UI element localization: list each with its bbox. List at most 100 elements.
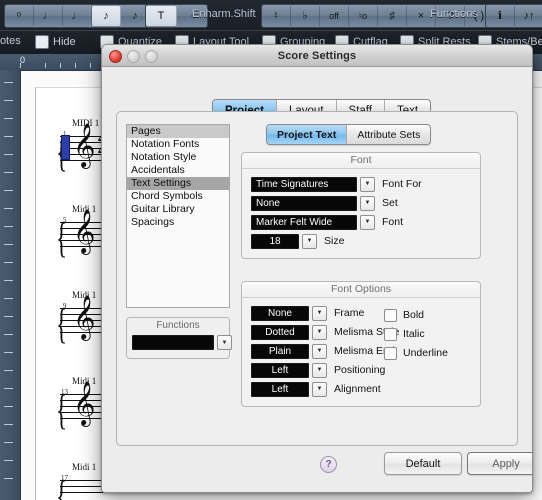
font-options-group-title: Font Options <box>242 282 480 298</box>
functions-popup-value[interactable] <box>132 335 214 350</box>
sidebar-item-notation-style[interactable]: Notation Style <box>127 151 229 164</box>
hide-check-label: Hide <box>53 36 76 48</box>
font-style-checkboxes: Bold Italic Underline <box>384 306 448 363</box>
chevron-down-icon[interactable]: ▼ <box>217 335 232 350</box>
window-controls[interactable] <box>109 50 158 63</box>
selection-highlight[interactable] <box>61 135 70 160</box>
screen-root: ᵒ ♩ ♩ ♪ ♪ ♫ ♫ T · Enharm.Shift ♮ ♭ off ♮… <box>0 0 542 500</box>
dialog-titlebar[interactable]: Score Settings <box>102 45 532 67</box>
accidental-off-button[interactable]: off <box>320 6 349 26</box>
subtab-attribute-sets[interactable]: Attribute Sets <box>347 125 430 144</box>
set-popup[interactable]: None ▼ <box>251 195 375 211</box>
default-button[interactable]: Default <box>384 452 462 475</box>
natural-accidental-button[interactable]: ♮ <box>262 6 291 26</box>
chevron-down-icon[interactable]: ▼ <box>312 362 327 378</box>
functions-toolgroup[interactable]: ℹ ♪↑ ♬ <box>485 4 542 28</box>
treble-clef-icon: 𝄞 <box>73 123 96 167</box>
font-for-value[interactable]: Time Signatures <box>251 176 357 192</box>
chevron-down-icon[interactable]: ▼ <box>360 214 375 230</box>
chevron-down-icon[interactable]: ▼ <box>360 176 375 192</box>
whole-note-button[interactable]: ᵒ <box>5 6 34 26</box>
melisma-end-popup[interactable]: Plain ▼ <box>251 343 327 359</box>
underline-checkbox-icon[interactable] <box>384 346 397 360</box>
positioning-popup[interactable]: Left ▼ <box>251 362 327 378</box>
flat-accidental-button[interactable]: ♭ <box>291 6 320 26</box>
pages-listbox[interactable]: Pages Notation Fonts Notation Style Acci… <box>126 124 230 308</box>
font-value[interactable]: Marker Felt Wide <box>251 214 357 230</box>
alignment-label: Alignment <box>334 383 381 395</box>
half-note-button[interactable]: ♩ <box>34 6 63 26</box>
transpose-button[interactable]: ♪↑ <box>515 6 542 26</box>
italic-checkbox-icon[interactable] <box>384 327 397 341</box>
help-button[interactable]: ? <box>320 456 337 473</box>
sidebar-item-chord-symbols[interactable]: Chord Symbols <box>127 190 229 203</box>
font-row: Marker Felt Wide ▼ Font <box>251 213 480 231</box>
hide-check[interactable]: Hide <box>35 35 76 49</box>
dialog-body: Project Layout Staff Text Pages Notation… <box>102 67 532 492</box>
chevron-down-icon[interactable]: ▼ <box>312 381 327 397</box>
melisma-style-popup[interactable]: Dotted ▼ <box>251 324 327 340</box>
frame-label: Frame <box>334 307 365 319</box>
set-value[interactable]: None <box>251 195 357 211</box>
sharp-accidental-button[interactable]: ♯ <box>378 6 407 26</box>
minimize-window-icon[interactable] <box>127 50 140 63</box>
frame-popup[interactable]: None ▼ <box>251 305 327 321</box>
size-value[interactable]: 18 <box>251 233 299 249</box>
score-settings-dialog[interactable]: Score Settings Project Layout Staff Text… <box>101 44 533 493</box>
frame-value[interactable]: None <box>251 305 309 321</box>
notes-check[interactable]: Notes <box>0 35 21 47</box>
sidebar-item-spacings[interactable]: Spacings <box>127 216 229 229</box>
sidebar-item-text-settings[interactable]: Text Settings <box>127 177 229 190</box>
font-group-title: Font <box>242 153 480 169</box>
font-for-row: Time Signatures ▼ Font For <box>251 175 480 193</box>
main-toolbar: ᵒ ♩ ♩ ♪ ♪ ♫ ♫ T · Enharm.Shift ♮ ♭ off ♮… <box>0 0 542 30</box>
bold-checkbox[interactable]: Bold <box>384 306 448 324</box>
chevron-down-icon[interactable]: ▼ <box>302 233 317 249</box>
chevron-down-icon[interactable]: ▼ <box>312 343 327 359</box>
melisma-style-value[interactable]: Dotted <box>251 324 309 340</box>
sidebar-item-guitar-library[interactable]: Guitar Library <box>127 203 229 216</box>
eighth-note-button[interactable]: ♪ <box>92 6 121 26</box>
natural-courtesy-button[interactable]: ♮o <box>349 6 378 26</box>
treble-clef-icon: 𝄞 <box>73 295 96 339</box>
functions-group-title: Functions <box>156 320 200 331</box>
italic-label: Italic <box>403 328 425 340</box>
positioning-value[interactable]: Left <box>251 362 309 378</box>
hide-checkbox-icon[interactable] <box>35 35 49 49</box>
treble-clef-icon: 𝄞 <box>73 381 96 425</box>
dialog-title: Score Settings <box>277 49 357 62</box>
chevron-down-icon[interactable]: ▼ <box>312 305 327 321</box>
size-popup[interactable]: 18 ▼ <box>251 233 317 249</box>
treble-clef-icon: 𝄞 <box>73 209 96 253</box>
sidebar-item-accidentals[interactable]: Accidentals <box>127 164 229 177</box>
size-label: Size <box>324 235 345 247</box>
info-button[interactable]: ℹ <box>486 6 515 26</box>
alignment-row: Left ▼ Alignment <box>251 380 480 398</box>
font-for-popup[interactable]: Time Signatures ▼ <box>251 176 375 192</box>
text-tool-button[interactable]: T <box>146 6 177 26</box>
size-row: 18 ▼ Size <box>251 232 480 250</box>
functions-toolbar-label: Functions <box>430 8 478 20</box>
positioning-row: Left ▼ Positioning <box>251 361 480 379</box>
font-options-groupbox: Font Options None ▼ Frame Dotted ▼ Melis… <box>241 281 481 407</box>
quarter-note-button[interactable]: ♩ <box>63 6 92 26</box>
melisma-end-value[interactable]: Plain <box>251 343 309 359</box>
underline-checkbox[interactable]: Underline <box>384 344 448 362</box>
font-group-body: Time Signatures ▼ Font For None ▼ Set Ma… <box>242 169 480 258</box>
sub-tab-bar[interactable]: Project Text Attribute Sets <box>266 124 432 145</box>
functions-popup[interactable]: ▼ <box>132 335 232 350</box>
font-options-group-body: None ▼ Frame Dotted ▼ Melisma Style Plai… <box>242 298 480 406</box>
apply-button[interactable]: Apply <box>467 452 532 475</box>
chevron-down-icon[interactable]: ▼ <box>360 195 375 211</box>
italic-checkbox[interactable]: Italic <box>384 325 448 343</box>
sidebar-item-notation-fonts[interactable]: Notation Fonts <box>127 138 229 151</box>
zoom-window-icon[interactable] <box>145 50 158 63</box>
font-popup[interactable]: Marker Felt Wide ▼ <box>251 214 375 230</box>
chevron-down-icon[interactable]: ▼ <box>312 324 327 340</box>
alignment-value[interactable]: Left <box>251 381 309 397</box>
bold-checkbox-icon[interactable] <box>384 308 397 322</box>
subtab-project-text[interactable]: Project Text <box>267 125 348 144</box>
set-row: None ▼ Set <box>251 194 480 212</box>
close-window-icon[interactable] <box>109 50 122 63</box>
alignment-popup[interactable]: Left ▼ <box>251 381 327 397</box>
